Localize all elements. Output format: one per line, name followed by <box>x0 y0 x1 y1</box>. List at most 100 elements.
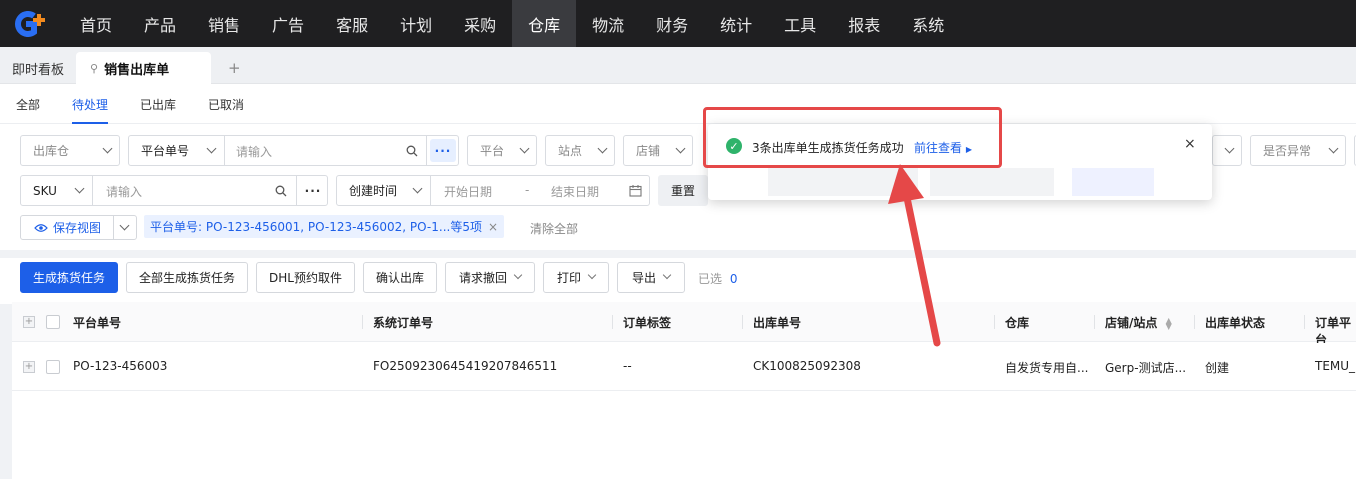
chevron-down-icon <box>74 183 85 194</box>
search-icon[interactable] <box>406 145 418 157</box>
generate-all-pick-task-button[interactable]: 全部生成拣货任务 <box>126 262 248 293</box>
confirm-outbound-button[interactable]: 确认出库 <box>363 262 437 293</box>
cell-order-tag: -- <box>623 359 632 373</box>
cell-outbound-no: CK100825092308 <box>753 359 861 373</box>
col-order-tag[interactable]: 订单标签 <box>623 314 671 331</box>
generate-pick-task-button[interactable]: 生成拣货任务 <box>20 262 118 293</box>
nav-item-service[interactable]: 客服 <box>320 0 384 47</box>
col-outbound-no[interactable]: 出库单号 <box>753 314 801 331</box>
tab-cancelled[interactable]: 已取消 <box>208 96 244 113</box>
annotation-arrow-icon <box>888 164 941 347</box>
sku-label: SKU <box>33 183 57 198</box>
nav-item-home[interactable]: 首页 <box>64 0 128 47</box>
warehouse-select[interactable]: 出库仓 <box>20 135 120 166</box>
selected-label: 已选 <box>698 272 723 286</box>
sku-type-select[interactable]: SKU <box>21 176 93 205</box>
add-tab-button[interactable]: + <box>228 52 241 84</box>
nav-item-stats[interactable]: 统计 <box>704 0 768 47</box>
chip-text: 平台单号: PO-123-456001, PO-123-456002, PO-1… <box>150 220 482 234</box>
tab-dashboard[interactable]: 即时看板 <box>12 52 64 84</box>
tab-sales-outbound[interactable]: ⚲ 销售出库单 <box>76 52 211 84</box>
more-options-button[interactable]: ··· <box>430 139 456 162</box>
divider <box>362 315 363 329</box>
selected-count: 已选 0 <box>698 270 737 287</box>
print-label: 打印 <box>556 271 581 285</box>
hidden-select[interactable] <box>1212 135 1242 166</box>
chevron-down-icon <box>513 270 523 279</box>
expand-all-icon[interactable]: + <box>23 316 35 328</box>
chevron-down-icon <box>519 143 530 154</box>
tab-pending[interactable]: 待处理 <box>72 96 108 113</box>
abnormal-label: 是否异常 <box>1263 144 1312 158</box>
end-date-input[interactable]: 结束日期 <box>551 183 599 200</box>
chevron-down-icon[interactable] <box>119 220 130 231</box>
shop-select[interactable]: 店铺 <box>623 135 693 166</box>
export-button[interactable]: 导出 <box>617 262 685 293</box>
platform-no-input[interactable]: 请输入 <box>236 143 272 160</box>
platform-label: 平台 <box>480 144 505 158</box>
calendar-icon[interactable] <box>629 184 642 197</box>
tab-shipped[interactable]: 已出库 <box>140 96 176 113</box>
expand-row-icon[interactable]: + <box>23 361 35 373</box>
nav-item-plan[interactable]: 计划 <box>384 0 448 47</box>
row-checkbox[interactable] <box>46 360 60 374</box>
reset-button[interactable]: 重置 <box>658 175 708 206</box>
annotation-highlight-box <box>703 107 1002 168</box>
nav-item-reports[interactable]: 报表 <box>832 0 896 47</box>
app-logo[interactable] <box>0 0 64 47</box>
abnormal-select[interactable]: 是否异常 <box>1250 135 1346 166</box>
table-row[interactable]: + PO-123-456003 FO2509230645419207846511… <box>12 343 1356 391</box>
nav-item-ads[interactable]: 广告 <box>256 0 320 47</box>
dhl-pickup-button[interactable]: DHL预约取件 <box>256 262 355 293</box>
pin-icon[interactable]: ⚲ <box>90 62 98 75</box>
start-date-input[interactable]: 开始日期 <box>444 183 492 200</box>
select-all-checkbox[interactable] <box>46 315 60 329</box>
divider <box>994 315 995 329</box>
nav-item-finance[interactable]: 财务 <box>640 0 704 47</box>
date-range-filter: 创建时间 开始日期 - 结束日期 <box>336 175 650 206</box>
nav-item-system[interactable]: 系统 <box>896 0 960 47</box>
nav-item-tools[interactable]: 工具 <box>768 0 832 47</box>
date-type-select[interactable]: 创建时间 <box>337 176 431 205</box>
cell-shop-site: Gerp-测试店... <box>1105 361 1187 375</box>
page-tabs: 即时看板 ⚲ 销售出库单 + <box>0 47 1356 84</box>
site-select[interactable]: 站点 <box>545 135 615 166</box>
platform-no-label: 平台单号 <box>141 144 190 158</box>
tab-all[interactable]: 全部 <box>16 96 40 113</box>
warehouse-placeholder: 出库仓 <box>33 144 70 158</box>
chevron-down-icon <box>597 143 608 154</box>
save-view-button[interactable]: 保存视图 <box>20 215 137 240</box>
nav-item-logistics[interactable]: 物流 <box>576 0 640 47</box>
col-warehouse[interactable]: 仓库 <box>1005 314 1029 331</box>
outbound-table: + 平台单号 系统订单号 订单标签 出库单号 仓库 店铺/站点 ▲ ▼ 出库单状态… <box>12 302 1356 479</box>
sku-input[interactable]: 请输入 <box>106 183 142 200</box>
divider <box>430 176 431 205</box>
platform-select[interactable]: 平台 <box>467 135 537 166</box>
tab-label: 销售出库单 <box>104 62 170 78</box>
search-icon[interactable] <box>275 185 287 197</box>
chevron-down-icon <box>412 183 423 194</box>
nav-item-warehouse[interactable]: 仓库 <box>512 0 577 47</box>
chip-close-icon[interactable]: × <box>488 220 498 234</box>
nav-item-products[interactable]: 产品 <box>128 0 192 47</box>
col-platform-no[interactable]: 平台单号 <box>73 314 121 331</box>
clear-all-link[interactable]: 清除全部 <box>530 220 578 237</box>
more-options-button[interactable]: ··· <box>300 179 326 202</box>
nav-item-purchase[interactable]: 采购 <box>448 0 512 47</box>
sort-icon[interactable]: ▲ ▼ <box>1166 316 1172 330</box>
platform-no-type-select[interactable]: 平台单号 <box>129 136 225 165</box>
divider <box>1304 315 1305 329</box>
chevron-down-icon <box>102 143 113 154</box>
col-system-order-no[interactable]: 系统订单号 <box>373 314 433 331</box>
col-outbound-status[interactable]: 出库单状态 <box>1205 314 1265 331</box>
divider <box>1194 315 1195 329</box>
col-shop-site[interactable]: 店铺/站点 ▲ ▼ <box>1105 314 1172 331</box>
chevron-down-icon <box>206 143 217 154</box>
divider <box>113 216 114 239</box>
divider <box>426 136 427 165</box>
print-button[interactable]: 打印 <box>543 262 609 293</box>
close-icon[interactable]: × <box>1184 136 1196 152</box>
request-withdraw-button[interactable]: 请求撤回 <box>445 262 535 293</box>
nav-item-sales[interactable]: 销售 <box>192 0 256 47</box>
shop-site-label: 店铺/站点 <box>1105 316 1158 330</box>
